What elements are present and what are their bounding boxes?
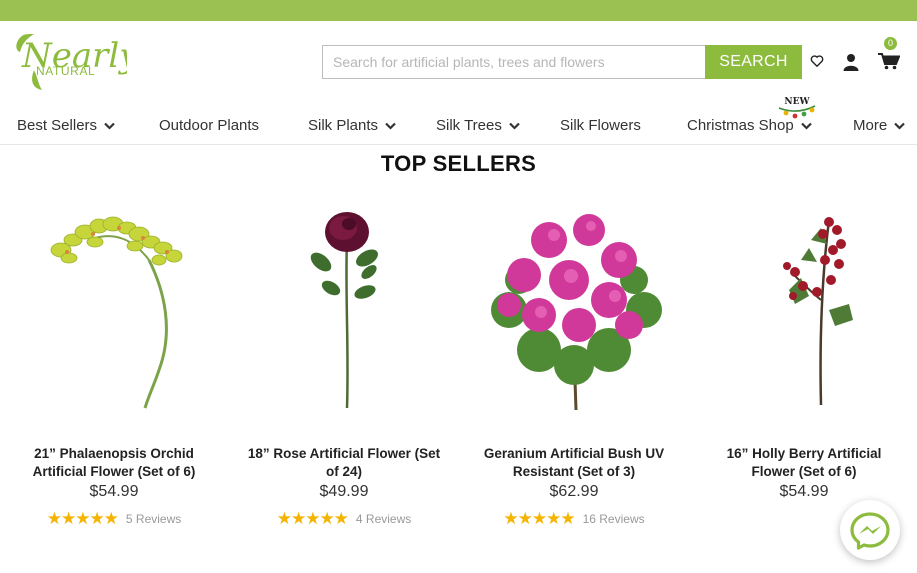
product-price: $62.99 bbox=[549, 483, 599, 500]
product-card[interactable]: 18” Rose Artificial Flower (Set of 24) $… bbox=[239, 200, 449, 529]
nav-silk-plants[interactable]: Silk Plants bbox=[308, 117, 396, 134]
chevron-down-icon bbox=[894, 122, 905, 130]
nav-label: Silk Flowers bbox=[560, 117, 641, 134]
nav-label: More bbox=[853, 117, 888, 134]
product-rating: ★★★★★ 16 Reviews bbox=[469, 509, 679, 529]
logo[interactable]: Nearly NATURAL bbox=[12, 30, 127, 92]
nav-label: Outdoor Plants bbox=[159, 117, 260, 134]
review-count[interactable]: 16 Reviews bbox=[583, 512, 645, 526]
product-name[interactable]: 16” Holly Berry Artificial Flower (Set o… bbox=[699, 445, 909, 481]
review-count[interactable]: 4 Reviews bbox=[356, 512, 411, 526]
section-title: TOP SELLERS bbox=[380, 151, 537, 176]
geranium-image[interactable] bbox=[469, 200, 679, 415]
product-rating: ★★★★★ 5 Reviews bbox=[9, 509, 219, 529]
main-nav: Best Sellers Outdoor Plants Silk Plants … bbox=[0, 107, 917, 145]
nav-label: Best Sellers bbox=[17, 117, 98, 134]
messenger-icon bbox=[850, 512, 890, 550]
nav-silk-flowers[interactable]: Silk Flowers bbox=[560, 117, 641, 134]
logo-subtext: NATURAL bbox=[36, 64, 95, 78]
search-bar: SEARCH bbox=[322, 45, 802, 79]
chevron-down-icon bbox=[104, 122, 115, 130]
holly-berry-image[interactable] bbox=[699, 200, 909, 415]
cart-count-badge: 0 bbox=[884, 37, 897, 50]
heart-icon[interactable] bbox=[810, 54, 824, 68]
messenger-chat-button[interactable] bbox=[840, 500, 900, 560]
product-price: $54.99 bbox=[779, 483, 829, 500]
product-price: $49.99 bbox=[319, 483, 369, 500]
rose-image[interactable] bbox=[239, 200, 449, 415]
product-name[interactable]: 18” Rose Artificial Flower (Set of 24) bbox=[239, 445, 449, 481]
cart-icon[interactable] bbox=[878, 53, 901, 70]
star-rating-icon: ★★★★★ bbox=[276, 509, 349, 528]
star-rating-icon: ★★★★★ bbox=[46, 509, 119, 528]
review-count[interactable]: 5 Reviews bbox=[126, 512, 181, 526]
chevron-down-icon bbox=[509, 122, 520, 130]
search-button[interactable]: SEARCH bbox=[705, 45, 802, 79]
chevron-down-icon bbox=[385, 122, 396, 130]
product-price: $54.99 bbox=[89, 483, 139, 500]
chevron-down-icon bbox=[800, 122, 812, 130]
nav-outdoor-plants[interactable]: Outdoor Plants bbox=[159, 117, 259, 134]
nav-best-sellers[interactable]: Best Sellers bbox=[17, 117, 115, 134]
new-badge-text: NEW bbox=[784, 97, 810, 107]
product-card[interactable]: Geranium Artificial Bush UV Resistant (S… bbox=[469, 200, 679, 529]
nav-christmas-shop[interactable]: Christmas Shop bbox=[687, 117, 812, 134]
nav-more[interactable]: More bbox=[853, 117, 905, 134]
nav-silk-trees[interactable]: Silk Trees bbox=[436, 117, 520, 134]
product-card[interactable]: 21” Phalaenopsis Orchid Artificial Flowe… bbox=[9, 200, 219, 529]
product-name[interactable]: Geranium Artificial Bush UV Resistant (S… bbox=[469, 445, 679, 481]
orchid-image[interactable] bbox=[9, 200, 219, 415]
user-icon[interactable] bbox=[843, 53, 859, 71]
star-rating-icon: ★★★★★ bbox=[503, 509, 575, 528]
nav-label: Silk Plants bbox=[308, 117, 379, 134]
search-input[interactable] bbox=[322, 45, 705, 79]
nav-label: Silk Trees bbox=[436, 117, 502, 134]
top-banner bbox=[0, 0, 917, 21]
product-rating: ★★★★★ 4 Reviews bbox=[239, 509, 449, 529]
product-card[interactable]: 16” Holly Berry Artificial Flower (Set o… bbox=[699, 200, 909, 501]
nav-label: Christmas Shop bbox=[687, 117, 794, 134]
product-name[interactable]: 21” Phalaenopsis Orchid Artificial Flowe… bbox=[9, 445, 219, 481]
